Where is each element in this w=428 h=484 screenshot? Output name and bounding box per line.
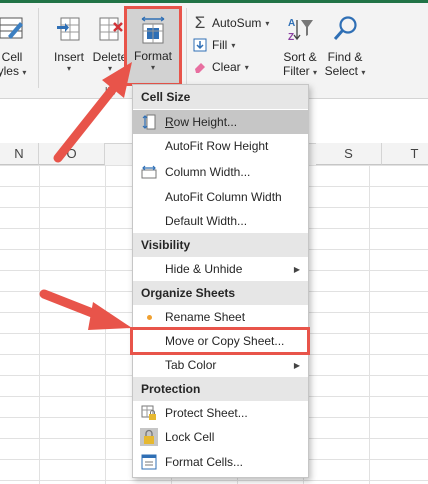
- autosum-dropdown-icon[interactable]: ▾: [265, 19, 269, 28]
- svg-text:Z: Z: [288, 32, 294, 43]
- cell-styles-button[interactable]: Cell yles ▾: [0, 0, 32, 78]
- format-cells-label: Format Cells...: [165, 455, 244, 469]
- annotation-arrow-up-icon: [53, 62, 132, 163]
- sort-filter-label-1: Sort &: [283, 50, 317, 64]
- menu-item-lock-cell[interactable]: Lock Cell: [133, 425, 308, 449]
- menu-item-autofit-column-width[interactable]: AutoFit Column Width: [133, 185, 308, 209]
- highlight-box-move-copy: [130, 327, 310, 355]
- cell-styles-icon: [0, 14, 26, 44]
- autosum-button[interactable]: Σ AutoSum ▾: [192, 12, 270, 34]
- lock-cell-icon: [133, 425, 165, 449]
- find-select-label-1: Find &: [327, 50, 363, 64]
- magnifier-icon: [331, 14, 359, 44]
- menu-item-row-height[interactable]: Row Height...: [133, 110, 308, 134]
- clear-button[interactable]: Clear ▾: [192, 56, 269, 78]
- hide-unhide-label: Hide & Unhide: [165, 262, 243, 276]
- editing-small-buttons: Σ AutoSum ▾ Fill ▾ Clear ▾: [192, 12, 269, 78]
- eraser-icon: [192, 59, 208, 75]
- svg-text:A: A: [288, 18, 295, 29]
- row-height-label: Row Height...: [165, 115, 238, 129]
- menu-item-hide-unhide[interactable]: Hide & Unhide ▶: [133, 257, 308, 281]
- cell-styles-label-1: Cell: [1, 50, 23, 64]
- menu-section-cell-size: Cell Size: [133, 85, 308, 109]
- column-header-t[interactable]: T: [382, 143, 428, 165]
- annotation-arrow-right-icon: [39, 289, 132, 330]
- group-separator: [186, 8, 187, 88]
- cell-styles-label-2: yles ▾: [0, 64, 27, 78]
- autofit-column-width-label: AutoFit Column Width: [165, 190, 282, 204]
- protect-sheet-label: Protect Sheet...: [165, 406, 248, 420]
- menu-section-visibility: Visibility: [133, 233, 308, 257]
- menu-item-autofit-row-height[interactable]: AutoFit Row Height: [133, 134, 308, 158]
- submenu-arrow-icon: ▶: [293, 264, 300, 274]
- fill-label: Fill: [212, 38, 228, 52]
- clear-label: Clear: [212, 60, 241, 74]
- menu-item-format-cells[interactable]: Format Cells...: [133, 450, 308, 474]
- menu-section-organize-sheets: Organize Sheets: [133, 281, 308, 305]
- lock-cell-label: Lock Cell: [165, 430, 215, 444]
- submenu-arrow-icon: ▶: [293, 360, 300, 370]
- sort-filter-label-2: Filter ▾: [282, 64, 318, 78]
- menu-item-default-width[interactable]: Default Width...: [133, 209, 308, 233]
- sigma-icon: Σ: [194, 13, 206, 32]
- sort-filter-icon: A Z: [286, 14, 314, 44]
- fill-button[interactable]: Fill ▾: [192, 34, 269, 56]
- column-header-n[interactable]: N: [0, 143, 39, 165]
- default-width-label: Default Width...: [165, 214, 248, 228]
- autofit-row-height-label: AutoFit Row Height: [165, 139, 269, 153]
- group-separator: [38, 8, 39, 88]
- format-dropdown-menu: Cell Size Row Height... AutoFit Row Heig…: [132, 84, 309, 478]
- menu-section-protection: Protection: [133, 377, 308, 401]
- format-dropdown-icon[interactable]: ▾: [151, 63, 155, 73]
- format-cells-dialog-icon: [133, 450, 165, 474]
- column-header-s[interactable]: S: [316, 143, 382, 165]
- menu-item-tab-color[interactable]: Tab Color ▶: [133, 353, 308, 377]
- column-width-label: Column Width...: [165, 165, 251, 179]
- sort-filter-button[interactable]: A Z Sort & Filter ▾: [280, 0, 320, 78]
- rename-sheet-label: Rename Sheet: [165, 310, 246, 324]
- menu-item-column-width[interactable]: Column Width...: [133, 160, 308, 184]
- clear-dropdown-icon[interactable]: ▾: [245, 63, 249, 72]
- protect-sheet-icon: [133, 401, 165, 425]
- menu-item-protect-sheet[interactable]: Protect Sheet...: [133, 401, 308, 425]
- find-select-button[interactable]: Find & Select ▾: [322, 0, 368, 78]
- find-select-label-2: Select ▾: [324, 64, 366, 78]
- fill-down-icon: [192, 37, 208, 53]
- menu-item-rename-sheet[interactable]: Rename Sheet: [133, 305, 308, 329]
- fill-dropdown-icon[interactable]: ▾: [231, 41, 235, 50]
- tab-color-label: Tab Color: [165, 358, 217, 372]
- autosum-label: AutoSum: [212, 16, 262, 30]
